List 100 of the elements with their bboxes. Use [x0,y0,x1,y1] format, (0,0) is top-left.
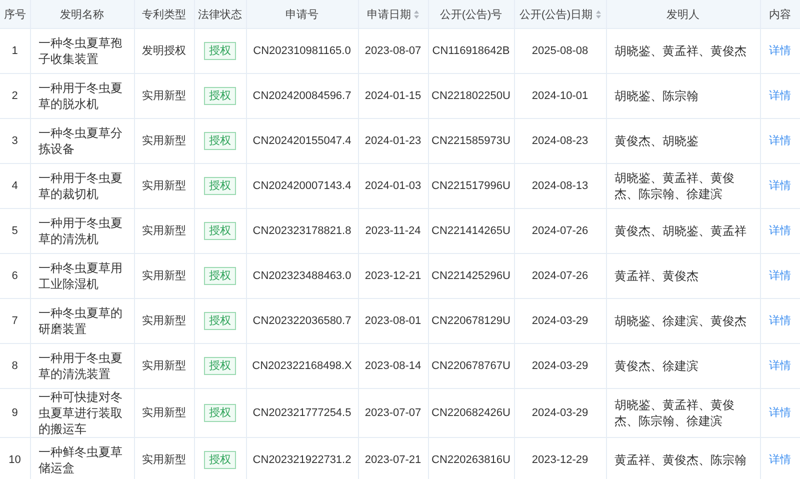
table-cell: 实用新型 [142,270,186,282]
details-link[interactable]: 详情 [769,90,791,102]
table-cell: 2025-08-08 [532,45,588,57]
details-link[interactable]: 详情 [769,360,791,372]
table-cell: CN202310981165.0 [253,45,351,57]
table-cell: CN221425296U [432,270,510,282]
table-cell: CN220678767U [432,360,510,372]
table-cell: 黄俊杰、徐建滨 [614,359,698,373]
column-header: 专利类型 [134,0,194,28]
table-cell: CN116918642B [432,45,510,57]
table-cell: 2023-08-01 [364,315,422,327]
table-cell: CN202323488463.0 [252,270,352,282]
table-cell: 一种冬虫夏草用工业除湿机 [38,261,122,291]
details-link[interactable]: 详情 [769,180,791,192]
table-cell: 实用新型 [142,407,186,419]
table-cell: 8 [12,360,18,372]
table-cell: 2023-07-07 [364,407,422,419]
table-cell: 一种用于冬虫夏草的裁切机 [38,171,122,201]
table-cell: CN202323178821.8 [252,225,352,237]
table-cell: 2024-01-15 [364,90,422,102]
sort-icon[interactable] [596,10,601,20]
table-cell: CN202322168498.X [252,360,352,372]
table-cell: 胡晓鉴、徐建滨、黄俊杰 [614,314,746,328]
table-cell: CN202420084596.7 [252,90,352,102]
details-link[interactable]: 详情 [769,225,791,237]
table-cell: 实用新型 [142,360,186,372]
table-cell: 2023-12-21 [364,270,422,282]
details-link[interactable]: 详情 [769,454,791,466]
table-cell: 黄俊杰、胡晓鉴 [614,134,698,148]
table-cell: CN202420155047.4 [252,135,352,147]
column-header[interactable]: 申请日期 [358,0,428,28]
status-tag: 授权 [204,404,236,422]
table-cell: CN221585973U [432,135,510,147]
table-cell: 1 [12,45,18,57]
table-cell: 实用新型 [142,135,186,147]
table-cell: 胡晓鉴、黄孟祥、黄俊杰、陈宗翰、徐建滨 [614,398,734,428]
table-cell: 一种用于冬虫夏草的脱水机 [38,81,122,111]
table-cell: 2023-08-14 [364,360,422,372]
column-header: 发明人 [606,0,760,28]
table-cell: 一种冬虫夏草的研磨装置 [38,306,122,336]
table-cell: 9 [12,407,18,419]
table-cell: 2023-12-29 [532,454,588,466]
column-header: 公开(公告)号 [428,0,514,28]
column-header[interactable]: 公开(公告)日期 [514,0,606,28]
status-tag: 授权 [204,451,236,469]
table-cell: 2 [12,90,18,102]
table-cell: 2023-08-07 [364,45,422,57]
table-cell: 2024-01-23 [364,135,422,147]
table-cell: 10 [8,454,21,466]
table-cell: 一种用于冬虫夏草的清洗机 [38,216,122,246]
table-cell: 2024-01-03 [364,180,422,192]
column-header: 申请号 [246,0,358,28]
table-cell: 2024-03-29 [532,360,588,372]
table-cell: 2024-08-23 [532,135,588,147]
sort-icon[interactable] [414,10,419,20]
table-cell: CN220682426U [432,407,510,419]
status-tag: 授权 [204,267,236,285]
table-cell: 实用新型 [142,180,186,192]
status-tag: 授权 [204,357,236,375]
table-cell: 2024-07-26 [532,270,588,282]
table-cell: 2023-11-24 [365,225,421,237]
status-tag: 授权 [204,177,236,195]
table-cell: 实用新型 [142,315,186,327]
table-cell: 4 [12,180,18,192]
table-cell: 3 [12,135,18,147]
table-cell: CN220678129U [432,315,510,327]
table-cell: CN202321777254.5 [252,407,352,419]
details-link[interactable]: 详情 [769,315,791,327]
table-cell: 一种冬虫夏草孢子收集装置 [38,36,122,66]
table-cell: 2024-03-29 [532,315,588,327]
details-link[interactable]: 详情 [769,270,791,282]
details-link[interactable]: 详情 [769,407,791,419]
table-cell: 一种鲜冬虫夏草储运盒 [38,445,122,475]
table-cell: CN202322036580.7 [252,315,352,327]
column-header: 内容 [760,0,800,28]
table-cell: 2024-10-01 [532,90,588,102]
table-cell: 实用新型 [142,225,186,237]
table-cell: 一种可快捷对冬虫夏草进行装取的搬运车 [38,390,122,436]
details-link[interactable]: 详情 [769,135,791,147]
table-cell: CN221414265U [432,225,510,237]
status-tag: 授权 [204,222,236,240]
details-link[interactable]: 详情 [769,45,791,57]
table-cell: 黄孟祥、黄俊杰、陈宗翰 [614,453,746,467]
table-cell: CN202420007143.4 [252,180,352,192]
table-cell: 2024-03-29 [532,407,588,419]
status-tag: 授权 [204,87,236,105]
table-cell: 胡晓鉴、陈宗翰 [614,89,698,103]
table-cell: 一种用于冬虫夏草的清洗装置 [38,351,122,381]
table-cell: CN221517996U [432,180,510,192]
status-tag: 授权 [204,132,236,150]
column-header: 发明名称 [30,0,134,28]
table-cell: CN202321922731.2 [252,454,352,466]
table-cell: 7 [12,315,18,327]
table-cell: CN220263816U [432,454,510,466]
column-header: 序号 [0,0,30,28]
table-cell: 2023-07-21 [364,454,422,466]
table-cell: 实用新型 [142,90,186,102]
table-cell: 发明授权 [142,45,186,57]
table-cell: 2024-07-26 [532,225,588,237]
status-tag: 授权 [204,312,236,330]
